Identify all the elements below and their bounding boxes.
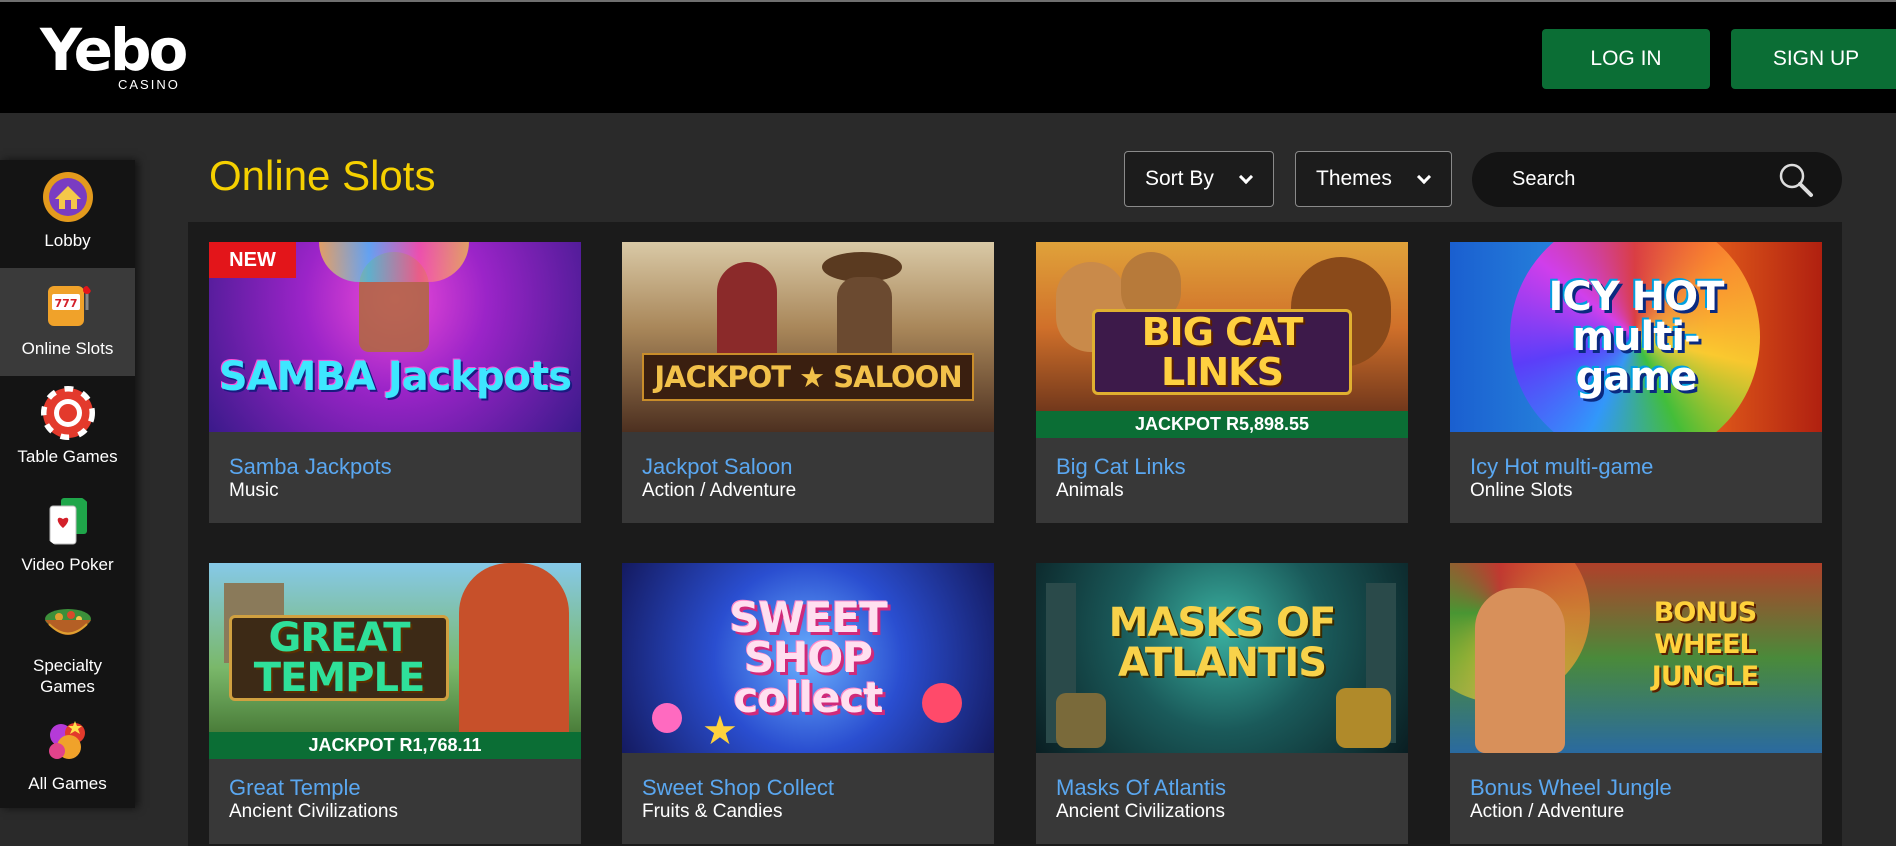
sidebar-label: All Games — [28, 774, 107, 793]
game-card-masks-of-atlantis[interactable]: MASKS OF ATLANTIS Masks Of Atlantis Anci… — [1036, 563, 1408, 844]
sidebar-item-specialty-games[interactable]: Specialty Games — [0, 595, 135, 715]
sort-by-label: Sort By — [1145, 167, 1214, 190]
search-icon[interactable] — [1778, 162, 1814, 198]
game-card-sweet-shop-collect[interactable]: ★ SWEET SHOP collect Sweet Shop Collect … — [622, 563, 994, 844]
thumb-art-title: ICY HOT multi-game — [1548, 274, 1725, 400]
sidebar-label: Table Games — [17, 447, 118, 466]
chevron-down-icon — [1238, 169, 1254, 185]
game-category: Online Slots — [1470, 480, 1573, 501]
game-title-link[interactable]: Sweet Shop Collect — [642, 775, 834, 801]
thumb-warrior — [459, 563, 569, 733]
game-thumbnail[interactable]: GREAT TEMPLE — [209, 563, 581, 753]
thumb-character — [1475, 588, 1565, 753]
thumb-art-title: MASKS OF ATLANTIS — [1108, 600, 1337, 686]
game-card-big-cat-links[interactable]: BIG CAT LINKS JACKPOT R5,898.55 Big Cat … — [1036, 242, 1408, 523]
game-title-link[interactable]: Samba Jackpots — [229, 454, 392, 480]
thumb-candy — [652, 703, 682, 733]
game-thumbnail[interactable]: SAMBA Jackpots NEW — [209, 242, 581, 432]
search-input[interactable] — [1512, 152, 1772, 207]
game-thumbnail[interactable]: ★ SWEET SHOP collect — [622, 563, 994, 753]
logo-wordmark: Yebo — [40, 16, 188, 84]
thumb-mask — [1336, 688, 1391, 748]
sidebar-item-table-games[interactable]: Table Games — [0, 386, 135, 494]
game-title-link[interactable]: Great Temple — [229, 775, 361, 801]
game-card-icy-hot[interactable]: ICY HOT multi-game Icy Hot multi-game On… — [1450, 242, 1822, 523]
thumb-art-title: BONUS WHEEL JUNGLE — [1651, 597, 1759, 692]
game-card-jackpot-saloon[interactable]: JACKPOT ★ SALOON Jackpot Saloon Action /… — [622, 242, 994, 523]
thumb-mask — [1056, 693, 1106, 748]
thumb-art-title: JACKPOT ★ SALOON — [642, 353, 974, 401]
lobby-icon — [42, 172, 93, 222]
poker-chip-icon — [40, 386, 95, 440]
thumb-art-title: SAMBA Jackpots — [218, 354, 572, 400]
game-title-link[interactable]: Bonus Wheel Jungle — [1470, 775, 1672, 801]
game-thumbnail[interactable]: MASKS OF ATLANTIS — [1036, 563, 1408, 753]
sidebar-item-lobby[interactable]: Lobby — [0, 170, 135, 278]
game-category: Ancient Civilizations — [229, 801, 398, 822]
game-category: Fruits & Candies — [642, 801, 783, 822]
thumb-art-title: GREAT TEMPLE — [229, 615, 449, 701]
sort-by-dropdown[interactable]: Sort By — [1124, 151, 1274, 207]
category-sidebar: Lobby 777 Online Slots Table Games Video… — [0, 160, 135, 808]
game-category: Ancient Civilizations — [1056, 801, 1225, 822]
game-card-samba-jackpots[interactable]: SAMBA Jackpots NEW Samba Jackpots Music — [209, 242, 581, 523]
themes-dropdown[interactable]: Themes — [1295, 151, 1452, 207]
site-header: Yebo CASINO LOG IN SIGN UP — [0, 2, 1896, 113]
thumb-feathers — [319, 242, 469, 282]
game-category: Action / Adventure — [642, 480, 797, 501]
sidebar-label: Video Poker — [21, 555, 114, 574]
sidebar-label: Specialty Games — [33, 656, 102, 696]
jackpot-banner: JACKPOT R5,898.55 — [1036, 411, 1408, 438]
games-grid: SAMBA Jackpots NEW Samba Jackpots Music … — [188, 222, 1842, 846]
chevron-down-icon — [1416, 169, 1432, 185]
game-category: Action / Adventure — [1470, 801, 1625, 822]
signup-button[interactable]: SIGN UP — [1731, 29, 1896, 89]
game-title-link[interactable]: Icy Hot multi-game — [1470, 454, 1653, 480]
thumb-art-title: SWEET SHOP collect — [729, 593, 888, 722]
yebo-casino-logo[interactable]: Yebo CASINO — [40, 18, 200, 98]
page-title: Online Slots — [209, 152, 436, 199]
new-badge: NEW — [209, 242, 296, 278]
game-card-bonus-wheel-jungle[interactable]: BONUS WHEEL JUNGLE Bonus Wheel Jungle Ac… — [1450, 563, 1822, 844]
game-thumbnail[interactable]: BONUS WHEEL JUNGLE — [1450, 563, 1822, 753]
sidebar-item-all-games[interactable]: All Games — [0, 713, 135, 808]
jackpot-banner: JACKPOT R1,768.11 — [209, 732, 581, 759]
game-thumbnail[interactable]: BIG CAT LINKS — [1036, 242, 1408, 432]
thumb-candy — [922, 683, 962, 723]
login-button[interactable]: LOG IN — [1542, 29, 1710, 89]
thumb-art-title: BIG CAT LINKS — [1092, 309, 1352, 395]
sidebar-item-online-slots[interactable]: 777 Online Slots — [0, 268, 135, 376]
game-thumbnail[interactable]: JACKPOT ★ SALOON — [622, 242, 994, 432]
game-category: Music — [229, 480, 279, 501]
specialty-bowl-icon — [44, 609, 91, 635]
playing-cards-icon — [49, 498, 87, 545]
search-box[interactable] — [1472, 152, 1842, 207]
slot-machine-icon: 777 — [47, 286, 91, 326]
sidebar-label: Online Slots — [21, 339, 114, 358]
game-card-great-temple[interactable]: GREAT TEMPLE JACKPOT R1,768.11 Great Tem… — [209, 563, 581, 844]
sidebar-item-video-poker[interactable]: Video Poker — [0, 494, 135, 602]
logo-subtitle: CASINO — [118, 77, 180, 92]
themes-label: Themes — [1316, 167, 1392, 190]
svg-text:777: 777 — [54, 297, 77, 310]
sidebar-label: Lobby — [44, 231, 91, 250]
all-games-icon — [48, 721, 85, 759]
game-title-link[interactable]: Masks Of Atlantis — [1056, 775, 1226, 801]
game-thumbnail[interactable]: ICY HOT multi-game — [1450, 242, 1822, 432]
game-category: Animals — [1056, 480, 1124, 501]
game-title-link[interactable]: Big Cat Links — [1056, 454, 1186, 480]
game-title-link[interactable]: Jackpot Saloon — [642, 454, 792, 480]
